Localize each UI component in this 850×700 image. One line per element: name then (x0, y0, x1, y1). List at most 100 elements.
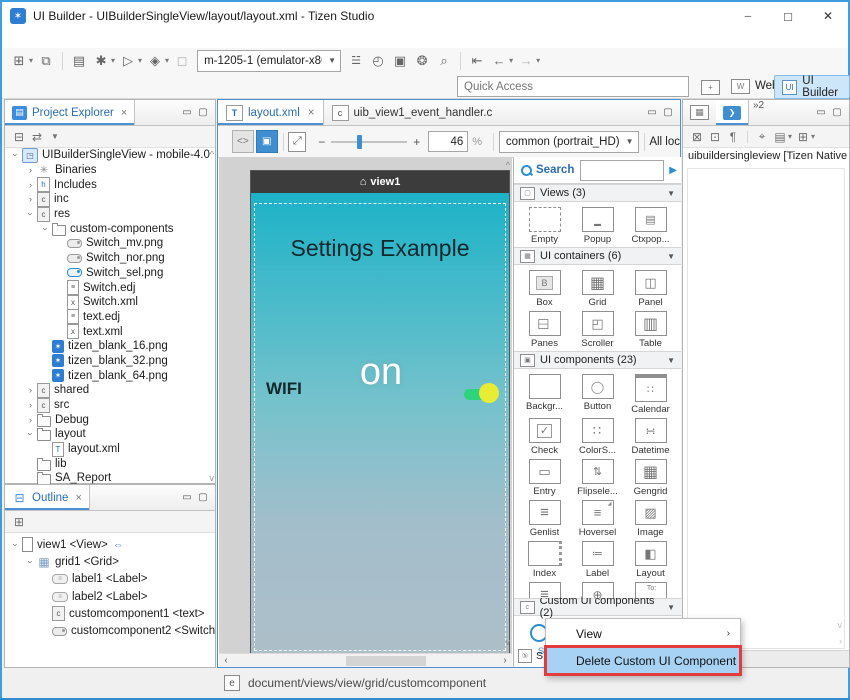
outline-item[interactable]: grid1 <Grid> (5, 553, 215, 570)
palette-item[interactable]: Table (624, 309, 677, 350)
package-icon[interactable]: ▣ (390, 51, 410, 71)
palette-item[interactable]: Empty (518, 205, 571, 246)
tree-item[interactable]: lib (5, 456, 215, 471)
link-editor-icon[interactable]: ⇄ (28, 130, 46, 144)
tree-item[interactable]: tizen_blank_32.png (5, 354, 215, 369)
scroll-left-icon[interactable]: ‹ (219, 655, 233, 666)
pin-console-icon[interactable]: ⌖ (753, 129, 771, 144)
tree-item[interactable]: custom-components (5, 221, 215, 236)
minimize-panel-icon[interactable]: ▭ (644, 107, 660, 118)
section-views-header[interactable]: ▢ Views (3) (514, 184, 681, 202)
device-combo[interactable]: m-1205-1 (emulator-x86) (197, 50, 341, 72)
fit-to-screen-icon[interactable] (288, 132, 306, 152)
zoom-level-input[interactable] (428, 131, 468, 152)
tree-arrow-icon[interactable] (24, 209, 37, 219)
canvas-hscrollbar[interactable]: ‹ › (219, 653, 512, 667)
outline-item[interactable]: customcomponent1 <text> (5, 605, 215, 622)
collapse-section-icon[interactable] (667, 189, 675, 198)
certificate-icon[interactable]: ❂ (412, 51, 432, 71)
tree-item[interactable]: Switch.xml (5, 295, 215, 310)
tree-item[interactable]: text.edj (5, 310, 215, 325)
palette-item[interactable]: Panes (518, 309, 571, 350)
debug-dropdown-icon[interactable] (111, 56, 115, 65)
scroll-right-icon[interactable]: › (498, 655, 512, 666)
back-icon[interactable]: ← (489, 51, 509, 71)
save-all-icon[interactable]: ⧉ (36, 51, 56, 71)
tree-arrow-icon[interactable] (24, 400, 37, 410)
palette-item[interactable]: Backgr... (518, 372, 571, 416)
display-console-icon[interactable]: ▤ (771, 130, 789, 144)
maximize-button[interactable] (768, 2, 808, 30)
close-button[interactable] (808, 2, 848, 30)
console-output[interactable]: v › (687, 168, 845, 649)
menu-item-delete-custom-ui-component[interactable]: Delete Custom UI Component (546, 647, 740, 674)
phone-preview[interactable]: view1 Settings Example WIFI on (250, 170, 510, 653)
scroll-down-icon[interactable]: v (838, 620, 843, 630)
palette-item[interactable]: Ctxpop... (624, 205, 677, 246)
open-console-icon[interactable]: ⊞ (794, 130, 812, 144)
palette-item[interactable]: Panel (624, 268, 677, 309)
terminate-icon[interactable]: ⊠ (688, 130, 706, 144)
search-go-icon[interactable] (669, 165, 677, 176)
tree-item[interactable]: text.xml (5, 324, 215, 339)
design-canvas[interactable]: view1 Settings Example WIFI on ^ v (219, 157, 512, 653)
palette-item[interactable]: Scroller (571, 309, 624, 350)
new-project-icon[interactable]: ⊞ (9, 51, 29, 71)
tree-item[interactable]: Debug (5, 412, 215, 427)
palette-item[interactable]: Datetime (624, 416, 677, 457)
outline-list-icon[interactable]: ☱ (346, 51, 366, 71)
tree-arrow-icon[interactable] (9, 540, 22, 550)
tab-outline[interactable]: Outline (5, 485, 90, 510)
close-icon[interactable]: × (308, 107, 315, 119)
binary-icon[interactable]: ▤ (69, 51, 89, 71)
add-view-icon[interactable]: ⊞ (10, 515, 28, 529)
outline-item[interactable]: customcomponent2 <Switch> (5, 622, 215, 639)
palette-item[interactable]: ColorS... (571, 416, 624, 457)
run-dropdown-icon[interactable] (138, 56, 142, 65)
palette-item[interactable]: Grid (571, 268, 624, 309)
word-wrap-icon[interactable]: ¶ (724, 130, 742, 144)
canvas-scroll-up-icon[interactable]: ^ (506, 160, 510, 170)
chevron-down-icon[interactable] (811, 132, 815, 141)
view-menu-icon[interactable]: ▼ (46, 132, 64, 141)
section-custom-header[interactable]: c Custom UI components (2) (514, 598, 681, 616)
tab-overflow-indicator[interactable]: »2 (749, 100, 768, 125)
maximize-panel-icon[interactable]: ▢ (195, 107, 211, 118)
collapse-all-icon[interactable]: ⊟ (10, 130, 28, 144)
run-icon[interactable]: ▷ (118, 51, 138, 71)
section-components-header[interactable]: ▣ UI components (23) (514, 351, 681, 369)
palette-item[interactable]: Image (624, 498, 677, 539)
tab-layout-xml[interactable]: layout.xml × (218, 100, 324, 125)
tree-arrow-icon[interactable] (24, 557, 37, 567)
collapse-section-icon[interactable] (667, 356, 675, 365)
tree-item[interactable]: Switch.edj (5, 280, 215, 295)
tree-arrow-icon[interactable] (39, 224, 52, 234)
palette-item[interactable]: Index (518, 539, 571, 580)
tree-arrow-icon[interactable] (9, 150, 22, 160)
wifi-toggle-knob[interactable] (479, 383, 499, 403)
tree-item[interactable]: SA_Report (5, 471, 215, 485)
palette-item[interactable]: Genlist (518, 498, 571, 539)
tree-arrow-icon[interactable] (24, 180, 37, 190)
perspective-ui-builder-button[interactable]: UI UI Builder (774, 75, 850, 99)
tree-arrow-icon[interactable] (24, 194, 37, 204)
zoom-out-button[interactable]: − (316, 135, 327, 149)
palette-item[interactable]: Button (571, 372, 624, 416)
tree-item[interactable]: tizen_blank_64.png (5, 368, 215, 383)
api-checker-icon[interactable]: ⌕ (434, 51, 454, 71)
scroll-up-icon[interactable]: ^ (210, 150, 214, 159)
palette-item[interactable]: Label (571, 539, 624, 580)
outline-item[interactable]: label1 <Label> (5, 571, 215, 588)
back-dropdown-icon[interactable] (509, 56, 513, 65)
outline-item[interactable]: label2 <Label> (5, 588, 215, 605)
minimize-button[interactable] (728, 2, 768, 30)
wifi-label[interactable]: WIFI (266, 379, 302, 399)
minimize-panel-icon[interactable]: ▭ (179, 492, 195, 503)
last-edit-icon[interactable]: ⇤ (467, 51, 487, 71)
tab-properties[interactable] (683, 100, 716, 125)
palette-item[interactable]: Box (518, 268, 571, 309)
tree-arrow-icon[interactable] (24, 385, 37, 395)
forward-dropdown-icon[interactable] (536, 56, 540, 65)
tree-arrow-icon[interactable] (24, 429, 37, 439)
tree-item[interactable]: inc (5, 192, 215, 207)
